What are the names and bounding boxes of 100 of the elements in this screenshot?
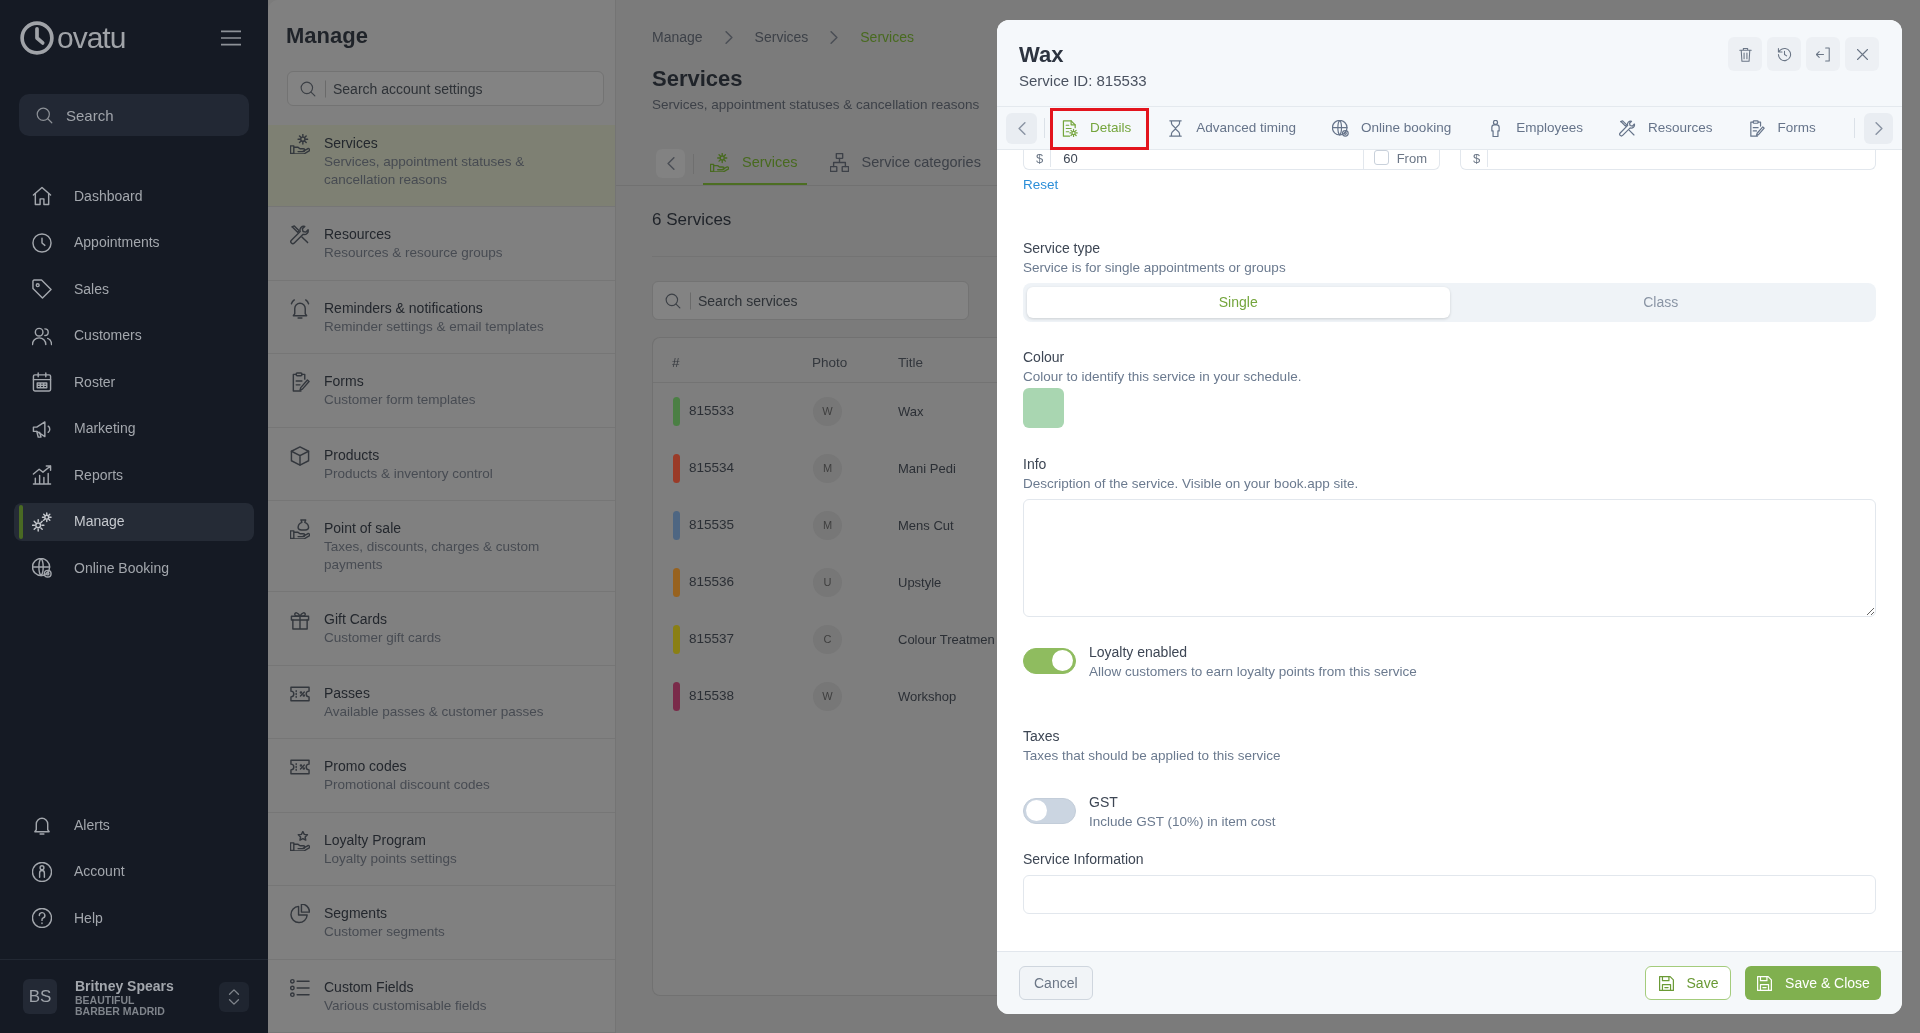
page-tab[interactable]: Service categories: [822, 142, 990, 185]
setting-label: Loyalty enabled: [1089, 643, 1189, 662]
avatar: W: [813, 682, 842, 711]
arrow-left-bracket-icon: [1815, 46, 1831, 62]
history-button[interactable]: [1767, 37, 1801, 71]
dialog-tab[interactable]: Advanced timing: [1157, 107, 1307, 149]
field-hint: Description of the service. Visible on your book.app site.: [1023, 475, 1360, 493]
hand-money-bag-icon: [290, 519, 310, 539]
item-title: Services: [324, 134, 379, 153]
back-button[interactable]: [656, 149, 685, 178]
segment-option[interactable]: Class: [1449, 287, 1872, 318]
reset-link[interactable]: Reset: [1023, 177, 1059, 193]
item-description: Customer form templates: [324, 391, 476, 409]
chevron-right-icon: [830, 30, 839, 44]
field-label: Service Information: [1023, 850, 1145, 869]
chevron-left-icon: [1017, 121, 1026, 135]
panel-button[interactable]: [1806, 37, 1840, 71]
item-description: Customer segments: [324, 923, 445, 941]
item-title: Passes: [324, 683, 371, 703]
save-close-button[interactable]: Save & Close: [1745, 966, 1881, 1000]
hand-gear-icon: [710, 153, 729, 172]
field-hint: Taxes that should be applied to this service: [1023, 747, 1282, 765]
globe-icon: [1332, 119, 1350, 137]
dialog-tab[interactable]: Online booking: [1322, 107, 1462, 149]
info-field[interactable]: [1023, 499, 1876, 617]
delete-button[interactable]: [1728, 37, 1762, 71]
nav-item[interactable]: Manage: [14, 502, 254, 541]
item-description: Loyalty points settings: [324, 849, 457, 867]
next-tab-button[interactable]: [1864, 112, 1893, 144]
cancel-button[interactable]: Cancel: [1019, 966, 1093, 1000]
nav-item[interactable]: Reports: [14, 456, 254, 494]
table-cell-text: 815534: [689, 459, 735, 478]
setting-label: GST: [1089, 793, 1119, 812]
price-field[interactable]: $: [1460, 150, 1876, 170]
previous-tab-button[interactable]: [1006, 112, 1037, 144]
table-cell-text: Upstyle: [898, 573, 942, 592]
item-title: Gift Cards: [324, 610, 388, 629]
item-title: Segments: [324, 904, 389, 923]
dialog-tab[interactable]: Details: [1051, 107, 1142, 149]
nav-item[interactable]: Dashboard: [14, 177, 254, 215]
tax-toggle[interactable]: [1023, 797, 1076, 824]
nav-item[interactable]: Online Booking: [14, 549, 254, 587]
segment-option[interactable]: Single: [1027, 287, 1450, 318]
dialog-tab[interactable]: Forms: [1738, 107, 1826, 149]
ticket-icon: [290, 757, 310, 777]
breadcrumb-link[interactable]: Manage: [652, 27, 703, 47]
nav-item[interactable]: Roster: [14, 363, 254, 401]
business-name: BEAUTIFUL BARBER MADRID: [75, 995, 166, 1016]
home-icon: [32, 186, 52, 206]
history-icon: [1776, 46, 1792, 62]
price-value: 60: [1063, 150, 1078, 167]
globe-icon: [32, 558, 52, 578]
box-icon: [290, 445, 310, 466]
search-field[interactable]: Search account settings: [287, 71, 604, 106]
field-hint: Service is for single appointments or groups: [1023, 259, 1287, 277]
table-cell-text: 815538: [689, 687, 735, 706]
nav-item[interactable]: Account: [14, 852, 254, 891]
nav-item[interactable]: Appointments: [14, 223, 254, 262]
logo-text: ovatu: [57, 21, 126, 55]
nav-item[interactable]: Alerts: [14, 806, 254, 844]
gears-icon: [32, 511, 52, 532]
table-cell-text: 815536: [689, 573, 735, 592]
account-switcher-button[interactable]: [219, 981, 249, 1012]
nav-item[interactable]: Customers: [14, 316, 254, 355]
dialog-tab[interactable]: Employees: [1477, 107, 1593, 149]
clock-icon: [32, 232, 52, 253]
dialog-tab[interactable]: Resources: [1608, 107, 1723, 149]
save-button[interactable]: Save: [1645, 966, 1731, 1000]
hand-star-icon: [290, 830, 310, 851]
item-description: Resources & resource groups: [324, 244, 503, 262]
checkbox[interactable]: [1373, 150, 1389, 165]
hierarchy-icon: [829, 153, 849, 172]
nav-item[interactable]: Sales: [14, 270, 254, 308]
search-field[interactable]: Search services: [652, 281, 969, 320]
chevron-left-icon: [666, 157, 675, 170]
currency-prefix: $: [1461, 150, 1489, 167]
item-description: Reminder settings & email templates: [324, 317, 544, 335]
currency-prefix: $: [1024, 150, 1052, 167]
breadcrumb-link[interactable]: Services: [754, 27, 809, 47]
calendar-icon: [32, 372, 52, 392]
megaphone-icon: [32, 418, 52, 439]
table-cell-text: Mani Pedi: [898, 459, 956, 478]
search-icon: [300, 80, 316, 97]
nav-item[interactable]: Marketing: [14, 409, 254, 448]
menu-button[interactable]: [221, 30, 241, 46]
field-label: Info: [1023, 455, 1048, 474]
nav-item[interactable]: Help: [14, 899, 254, 937]
clipboard-pen-icon: [1748, 119, 1766, 137]
colour-swatch[interactable]: [1023, 388, 1064, 428]
field-hint: Colour to identify this service in your schedule.: [1023, 368, 1303, 386]
service-information-field[interactable]: [1023, 875, 1876, 914]
column-header: Photo: [812, 355, 848, 370]
loyalty-toggle[interactable]: [1023, 647, 1076, 674]
tag-icon: [32, 279, 52, 299]
price-field[interactable]: $ 60 From: [1023, 150, 1440, 170]
item-description: Various customisable fields: [324, 996, 487, 1014]
close-button[interactable]: [1845, 37, 1879, 71]
person-icon: [32, 861, 52, 882]
item-description: Customer gift cards: [324, 629, 442, 647]
search-field[interactable]: Search: [19, 94, 249, 136]
